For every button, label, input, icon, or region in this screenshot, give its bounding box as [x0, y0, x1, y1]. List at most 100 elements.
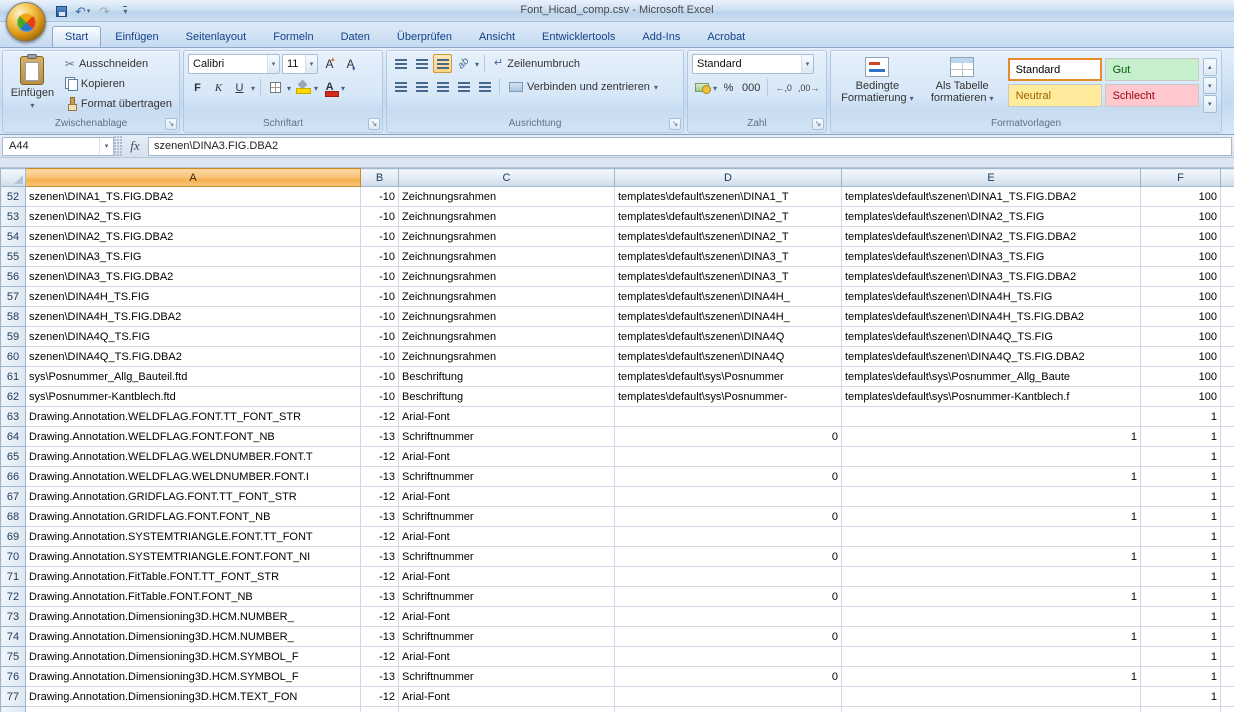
cell-F52[interactable]: 100 [1141, 187, 1221, 207]
cell-D54[interactable]: templates\default\szenen\DINA2_T [615, 227, 842, 247]
row-header-77[interactable]: 77 [1, 687, 26, 707]
accounting-dropdown-icon[interactable] [713, 82, 717, 94]
cell-B78[interactable]: -13 [361, 707, 399, 712]
cell-C61[interactable]: Beschriftung [399, 367, 615, 387]
column-header-d[interactable]: D [615, 169, 842, 187]
cell-F54[interactable]: 100 [1141, 227, 1221, 247]
align-center-button[interactable] [412, 77, 431, 96]
fill-color-dropdown-icon[interactable] [314, 82, 318, 94]
cell-A70[interactable]: Drawing.Annotation.SYSTEMTRIANGLE.FONT.F… [26, 547, 361, 567]
decrease-indent-button[interactable] [454, 77, 473, 96]
merge-dropdown-icon[interactable] [654, 81, 658, 93]
cell-B58[interactable]: -10 [361, 307, 399, 327]
cell-E59[interactable]: templates\default\szenen\DINA4Q_TS.FIG [842, 327, 1141, 347]
row-header-72[interactable]: 72 [1, 587, 26, 607]
cell-A54[interactable]: szenen\DINA2_TS.FIG.DBA2 [26, 227, 361, 247]
align-left-button[interactable] [391, 77, 410, 96]
cell-C54[interactable]: Zeichnungsrahmen [399, 227, 615, 247]
tab-ansicht[interactable]: Ansicht [466, 26, 528, 47]
cell-A76[interactable]: Drawing.Annotation.Dimensioning3D.HCM.SY… [26, 667, 361, 687]
cell-E63[interactable] [842, 407, 1141, 427]
cell-A55[interactable]: szenen\DINA3_TS.FIG [26, 247, 361, 267]
alignment-dialog-launcher[interactable]: ↘ [669, 118, 681, 130]
cell-F71[interactable]: 1 [1141, 567, 1221, 587]
cell-E74[interactable]: 1 [842, 627, 1141, 647]
cell-C74[interactable]: Schriftnummer [399, 627, 615, 647]
name-box-dropdown-icon[interactable]: ▾ [99, 138, 113, 155]
row-header-68[interactable]: 68 [1, 507, 26, 527]
style-cell-schlecht[interactable]: Schlecht [1105, 84, 1199, 107]
style-cell-gut[interactable]: Gut [1105, 58, 1199, 81]
cell-D72[interactable]: 0 [615, 587, 842, 607]
cell-B73[interactable]: -12 [361, 607, 399, 627]
row-header-56[interactable]: 56 [1, 267, 26, 287]
cell-D55[interactable]: templates\default\szenen\DINA3_T [615, 247, 842, 267]
office-button[interactable] [6, 2, 46, 42]
cell-E53[interactable]: templates\default\szenen\DINA2_TS.FIG [842, 207, 1141, 227]
cell-F63[interactable]: 1 [1141, 407, 1221, 427]
formula-input[interactable]: szenen\DINA3.FIG.DBA2 [148, 137, 1232, 156]
align-top-button[interactable] [391, 54, 410, 73]
font-size-combo[interactable]: 11▾ [282, 54, 318, 74]
font-family-combo[interactable]: Calibri▾ [188, 54, 280, 74]
merge-center-button[interactable]: Verbinden und zentrieren [505, 77, 662, 96]
cell-D52[interactable]: templates\default\szenen\DINA1_T [615, 187, 842, 207]
cell-B67[interactable]: -12 [361, 487, 399, 507]
thousands-separator-button[interactable]: 000 [740, 78, 762, 97]
tab-add-ins[interactable]: Add-Ins [629, 26, 693, 47]
row-header-59[interactable]: 59 [1, 327, 26, 347]
cell-F60[interactable]: 100 [1141, 347, 1221, 367]
insert-function-button[interactable]: fx [122, 138, 148, 154]
cell-D57[interactable]: templates\default\szenen\DINA4H_ [615, 287, 842, 307]
cell-D61[interactable]: templates\default\sys\Posnummer [615, 367, 842, 387]
orientation-button[interactable]: ab [454, 54, 473, 73]
cell-A61[interactable]: sys\Posnummer_Allg_Bauteil.ftd [26, 367, 361, 387]
cell-D64[interactable]: 0 [615, 427, 842, 447]
underline-button[interactable]: U [230, 78, 249, 97]
font-dialog-launcher[interactable]: ↘ [368, 118, 380, 130]
row-header-66[interactable]: 66 [1, 467, 26, 487]
borders-button[interactable] [266, 78, 285, 97]
cell-C76[interactable]: Schriftnummer [399, 667, 615, 687]
increase-decimal-button[interactable] [773, 78, 794, 97]
row-header-73[interactable]: 73 [1, 607, 26, 627]
cell-C58[interactable]: Zeichnungsrahmen [399, 307, 615, 327]
number-format-dropdown-icon[interactable]: ▾ [801, 55, 813, 73]
cell-F74[interactable]: 1 [1141, 627, 1221, 647]
cell-C75[interactable]: Arial-Font [399, 647, 615, 667]
cell-A66[interactable]: Drawing.Annotation.WELDFLAG.WELDNUMBER.F… [26, 467, 361, 487]
cell-F77[interactable]: 1 [1141, 687, 1221, 707]
bold-button[interactable]: F [188, 78, 207, 97]
cell-C64[interactable]: Schriftnummer [399, 427, 615, 447]
cell-F65[interactable]: 1 [1141, 447, 1221, 467]
cell-D62[interactable]: templates\default\sys\Posnummer- [615, 387, 842, 407]
style-cell-neutral[interactable]: Neutral [1008, 84, 1102, 107]
cell-D71[interactable] [615, 567, 842, 587]
cell-B65[interactable]: -12 [361, 447, 399, 467]
name-box[interactable]: A44 ▾ [2, 137, 114, 156]
cell-D60[interactable]: templates\default\szenen\DINA4Q [615, 347, 842, 367]
align-right-button[interactable] [433, 77, 452, 96]
row-header-54[interactable]: 54 [1, 227, 26, 247]
column-header-f[interactable]: F [1141, 169, 1221, 187]
row-header-62[interactable]: 62 [1, 387, 26, 407]
cell-F69[interactable]: 1 [1141, 527, 1221, 547]
clipboard-dialog-launcher[interactable]: ↘ [165, 118, 177, 130]
orientation-dropdown-icon[interactable] [475, 58, 479, 70]
cell-C66[interactable]: Schriftnummer [399, 467, 615, 487]
cell-F70[interactable]: 1 [1141, 547, 1221, 567]
row-header-52[interactable]: 52 [1, 187, 26, 207]
cell-E77[interactable] [842, 687, 1141, 707]
cell-E57[interactable]: templates\default\szenen\DINA4H_TS.FIG [842, 287, 1141, 307]
cell-E69[interactable] [842, 527, 1141, 547]
paste-button[interactable]: Einfügen [7, 54, 58, 117]
paste-dropdown-icon[interactable] [30, 99, 34, 111]
tab-acrobat[interactable]: Acrobat [694, 26, 758, 47]
tab-seitenlayout[interactable]: Seitenlayout [173, 26, 260, 47]
align-middle-button[interactable] [412, 54, 431, 73]
cell-B59[interactable]: -10 [361, 327, 399, 347]
row-header-60[interactable]: 60 [1, 347, 26, 367]
cell-F68[interactable]: 1 [1141, 507, 1221, 527]
cell-D56[interactable]: templates\default\szenen\DINA3_T [615, 267, 842, 287]
column-header-a[interactable]: A [26, 169, 361, 187]
